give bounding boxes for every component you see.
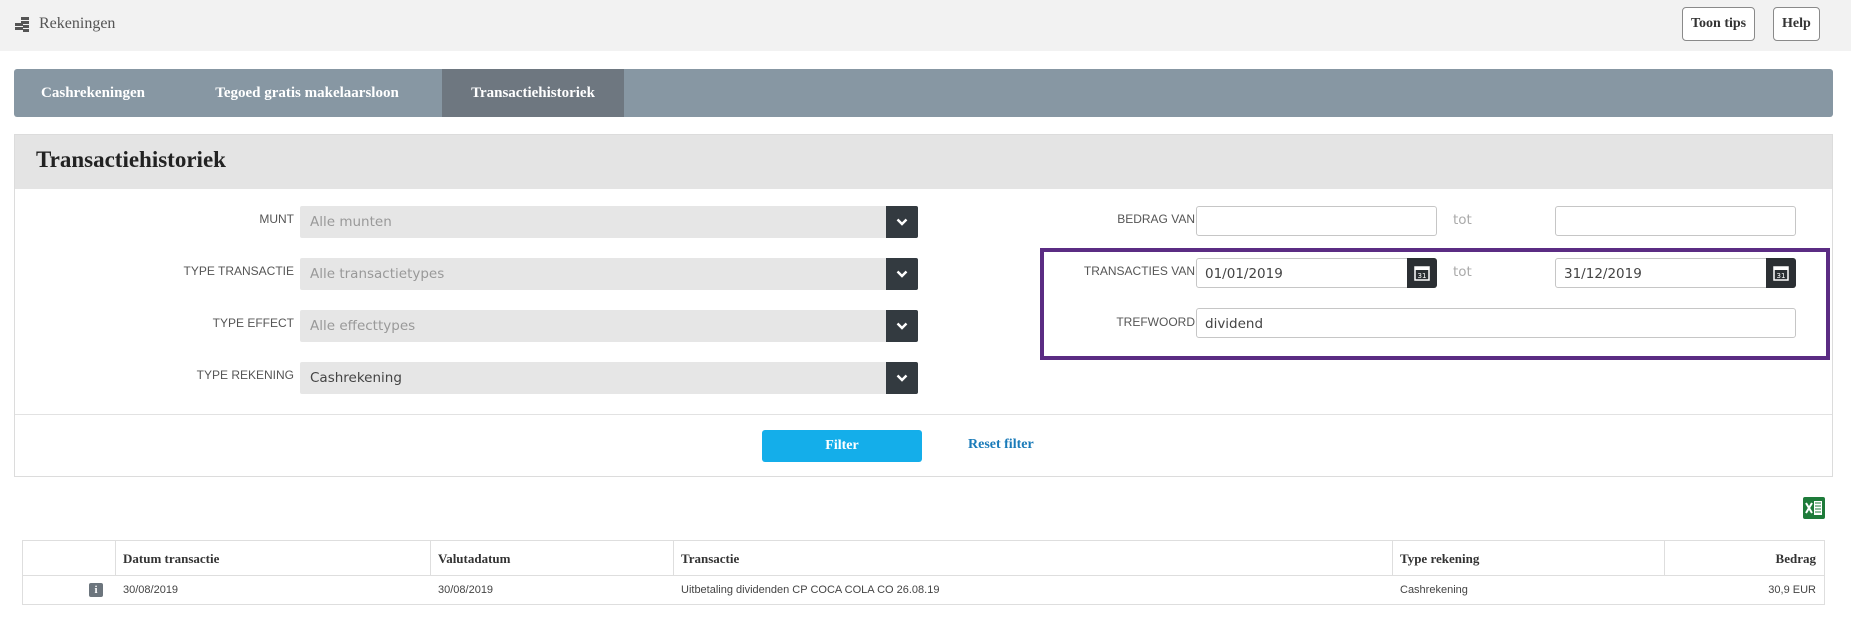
type-effect-value: Alle effecttypes <box>310 318 416 334</box>
help-button[interactable]: Help <box>1773 7 1820 41</box>
type-transactie-label: TYPE TRANSACTIE <box>183 264 294 278</box>
info-icon[interactable]: i <box>89 583 103 597</box>
highlight-box <box>1040 248 1830 360</box>
column-separator <box>115 541 116 576</box>
type-transactie-value: Alle transactietypes <box>310 266 445 282</box>
table-header-datum-transactie[interactable]: Datum transactie <box>115 541 430 576</box>
munt-value: Alle munten <box>310 214 392 230</box>
panel-header: Transactiehistoriek <box>15 135 1832 189</box>
row-type-rekening: Cashrekening <box>1400 584 1468 596</box>
row-datum-transactie: 30/08/2019 <box>123 584 179 596</box>
column-separator <box>1664 541 1665 576</box>
tab-tegoed-gratis-makelaarsloon[interactable]: Tegoed gratis makelaarsloon <box>172 69 442 117</box>
column-separator <box>673 541 674 576</box>
bedrag-tot-input[interactable] <box>1555 206 1796 236</box>
tab-transactiehistoriek[interactable]: Transactiehistoriek <box>442 69 624 117</box>
bedrag-van-label: BEDRAG VAN <box>1117 212 1195 226</box>
type-rekening-select[interactable]: Cashrekening <box>300 362 918 394</box>
app-title: Rekeningen <box>39 15 116 32</box>
table-header-transactie[interactable]: Transactie <box>673 541 1392 576</box>
coins-icon <box>15 17 29 32</box>
row-transactie: Uitbetaling dividenden CP COCA COLA CO 2… <box>681 584 940 596</box>
munt-select[interactable]: Alle munten <box>300 206 918 238</box>
reset-filter-link[interactable]: Reset filter <box>968 437 1034 453</box>
top-bar: Rekeningen Toon tips Help <box>0 0 1851 51</box>
panel-divider <box>15 414 1832 415</box>
transactions-table: Datum transactie Valutadatum Transactie … <box>22 540 1825 605</box>
excel-icon[interactable] <box>1803 497 1825 519</box>
bedrag-tot-label: tot <box>1453 212 1472 228</box>
page-title: Transactiehistoriek <box>36 147 226 172</box>
type-effect-label: TYPE EFFECT <box>212 316 294 330</box>
row-valutadatum: 30/08/2019 <box>438 584 494 596</box>
row-bedrag: 30,9 EUR <box>1768 584 1816 596</box>
type-effect-select[interactable]: Alle effecttypes <box>300 310 918 342</box>
column-separator <box>1392 541 1393 576</box>
bedrag-van-input[interactable] <box>1196 206 1437 236</box>
chevron-down-icon[interactable] <box>886 258 918 290</box>
filter-button[interactable]: Filter <box>762 430 922 462</box>
column-separator <box>430 541 431 576</box>
type-rekening-value: Cashrekening <box>310 370 402 386</box>
table-header-bedrag[interactable]: Bedrag <box>1664 541 1824 576</box>
table-header-valutadatum[interactable]: Valutadatum <box>430 541 673 576</box>
type-rekening-label: TYPE REKENING <box>196 368 294 382</box>
chevron-down-icon[interactable] <box>886 310 918 342</box>
chevron-down-icon[interactable] <box>886 362 918 394</box>
tab-bar: Cashrekeningen Tegoed gratis makelaarslo… <box>14 69 1833 117</box>
type-transactie-select[interactable]: Alle transactietypes <box>300 258 918 290</box>
table-header-icon <box>23 541 115 576</box>
tab-cashrekeningen[interactable]: Cashrekeningen <box>14 69 172 117</box>
table-header-type-rekening[interactable]: Type rekening <box>1392 541 1664 576</box>
munt-label: MUNT <box>259 212 294 226</box>
chevron-down-icon[interactable] <box>886 206 918 238</box>
show-tips-button[interactable]: Toon tips <box>1682 7 1756 41</box>
